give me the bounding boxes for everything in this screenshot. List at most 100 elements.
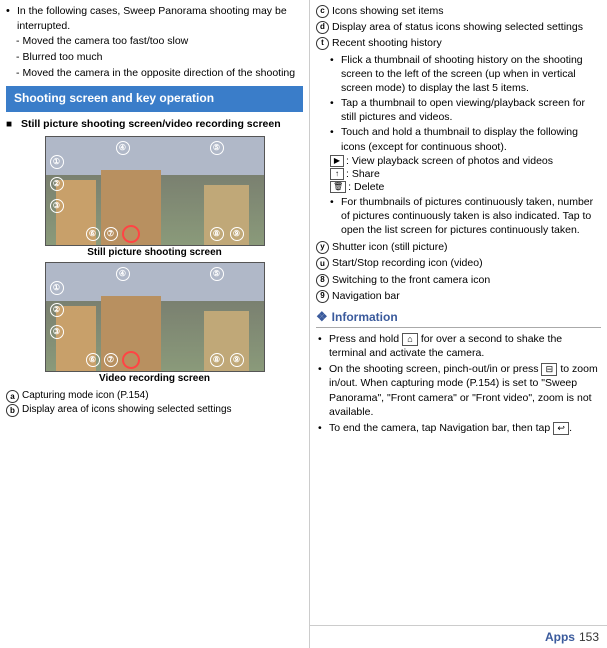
bullet-dot: • [6,4,14,19]
dash-3: - [16,66,20,81]
blue-section-header: Shooting screen and key operation [6,86,303,112]
icon-delete-text: : Delete [348,181,384,193]
circle-8: 8 [316,274,329,287]
circle-c: c [316,5,329,18]
dash-item-3: - Moved the camera in the opposite direc… [16,66,303,81]
bullet-intro: • In the following cases, Sweep Panorama… [6,4,303,33]
alpha-b: b Display area of icons showing selected… [6,404,303,417]
item-c: c Icons showing set items [316,4,601,18]
bullet-dot-h4: • [330,195,338,209]
circle-1-screen2: ① [50,281,64,295]
history-bullet-3-text: Touch and hold a thumbnail to display th… [341,125,601,153]
item-u: u Start/Stop recording icon (video) [316,256,601,270]
bullet-dot-h3: • [330,125,338,139]
icon-row-delete: 🗑 : Delete [330,181,601,193]
circle-b: b [6,404,19,417]
red-target-1 [122,225,140,243]
blue-header-text: Shooting screen and key operation [14,91,214,105]
circle-8-screen1: ⑧ [210,227,224,241]
item-d: d Display area of status icons showing s… [316,20,601,34]
diamond-icon: ❖ [316,309,328,325]
dash-item-2: - Blurred too much [16,50,303,65]
screen1-label: Still picture shooting screen [6,247,303,258]
info-section-header: ❖ Information [316,309,601,328]
dash-2: - [16,50,20,65]
section-heading: ■ Still picture shooting screen/video re… [6,118,303,132]
red-target-2 [122,351,140,369]
dash-item-1: - Moved the camera too fast/too slow [16,34,303,49]
item-c-text: Icons showing set items [332,4,443,18]
circle-2-screen2: ② [50,303,64,317]
circle-1-screen1: ① [50,155,64,169]
circle-a: a [6,390,19,403]
bullet-dot-h2: • [330,96,338,110]
delete-icon-box: 🗑 [330,181,346,193]
item-y: y Shutter icon (still picture) [316,240,601,254]
icon-share-text: : Share [346,168,380,180]
circle-u: u [316,257,329,270]
item-8-text: Switching to the front camera icon [332,273,490,287]
item-t-text: Recent shooting history [332,36,442,50]
page-container: • In the following cases, Sweep Panorama… [0,0,607,648]
circle-4-screen2: ④ [116,267,130,281]
bullet-intro-section: • In the following cases, Sweep Panorama… [6,4,303,80]
circle-5-screen2: ⑤ [210,267,224,281]
play-icon-box: ▶ [330,155,344,167]
circle-d: d [316,21,329,34]
bullet-dot-i2: • [318,362,326,376]
item-9: 9 Navigation bar [316,289,601,303]
circle-6-screen2: ⑥ [86,353,100,367]
info-bullet-1: • Press and hold ⌂ for over a second to … [316,332,601,360]
footer-apps-label: Apps [545,630,575,644]
circle-8-screen2: ⑧ [210,353,224,367]
screen2-label: Video recording screen [6,373,303,384]
info-bullet-2-text: On the shooting screen, pinch-out/in or … [329,362,601,419]
circle-y: y [316,241,329,254]
item-d-text: Display area of status icons showing sel… [332,20,583,34]
item-8: 8 Switching to the front camera icon [316,273,601,287]
circle-9: 9 [316,290,329,303]
info-bullet-3-text: To end the camera, tap Navigation bar, t… [329,421,572,435]
icon-row-play: ▶ : View playback screen of photos and v… [330,155,601,167]
dash-1: - [16,34,20,49]
item-9-text: Navigation bar [332,289,400,303]
info-bullet-2: • On the shooting screen, pinch-out/in o… [316,362,601,419]
alpha-a: a Capturing mode icon (P.154) [6,390,303,403]
circle-6-screen1: ⑥ [86,227,100,241]
icon-play-text: : View playback screen of photos and vid… [346,155,553,167]
alpha-a-text: Capturing mode icon (P.154) [22,390,149,401]
footer: Apps 153 [310,625,607,648]
left-column: • In the following cases, Sweep Panorama… [0,0,310,648]
item-u-text: Start/Stop recording icon (video) [332,256,483,270]
circle-7-screen2: ⑦ [104,353,118,367]
bullet-intro-text: In the following cases, Sweep Panorama s… [17,4,303,33]
right-column: c Icons showing set items d Display area… [310,0,607,648]
circle-2-screen1: ② [50,177,64,191]
circle-9-screen1: ⑨ [230,227,244,241]
history-bullet-2-text: Tap a thumbnail to open viewing/playback… [341,96,601,124]
history-bullet-2: • Tap a thumbnail to open viewing/playba… [326,96,601,124]
history-bullet-3: • Touch and hold a thumbnail to display … [326,125,601,153]
circle-5-screen1: ⑤ [210,141,224,155]
item-t: t Recent shooting history [316,36,601,50]
alpha-b-text: Display area of icons showing selected s… [22,404,232,415]
circle-3-screen2: ③ [50,325,64,339]
circle-4-screen1: ④ [116,141,130,155]
camera-screens: ① ② ③ ④ ⑤ ⑥ ⑦ ⑧ ⑨ Still picture shooting… [6,136,303,386]
history-bullet-1-text: Flick a thumbnail of shooting history on… [341,53,601,96]
history-bullet-4-text: For thumbnails of pictures continuously … [341,195,601,238]
section-heading-text: Still picture shooting screen/video reco… [21,118,281,132]
info-bullet-3: • To end the camera, tap Navigation bar,… [316,421,601,435]
history-bullet-1: • Flick a thumbnail of shooting history … [326,53,601,96]
circle-3-screen1: ③ [50,199,64,213]
black-square-icon: ■ [6,118,16,131]
history-bullet-4: • For thumbnails of pictures continuousl… [326,195,601,238]
dash-text-1: Moved the camera too fast/too slow [23,34,189,49]
still-picture-screen-wrapper: ① ② ③ ④ ⑤ ⑥ ⑦ ⑧ ⑨ Still picture shooting… [6,136,303,260]
icon-row-share: ↑ : Share [330,168,601,180]
back-button-icon: ↩ [553,422,569,435]
item-y-text: Shutter icon (still picture) [332,240,448,254]
video-recording-screen: ① ② ③ ④ ⑤ ⑥ ⑦ ⑧ ⑨ [45,262,265,372]
circle-7-screen1: ⑦ [104,227,118,241]
info-bullet-1-text: Press and hold ⌂ for over a second to sh… [329,332,601,360]
